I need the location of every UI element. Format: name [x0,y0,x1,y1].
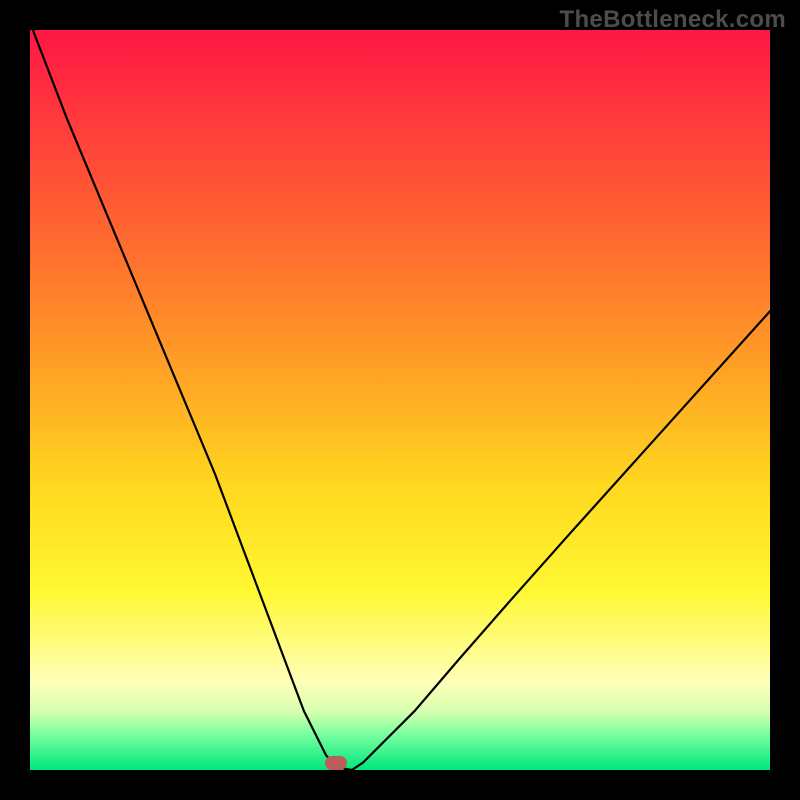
watermark-text: TheBottleneck.com [560,6,786,34]
plot-area [30,30,770,770]
chart-frame: TheBottleneck.com [0,0,800,800]
min-marker [325,756,347,770]
bottleneck-curve [30,30,770,770]
